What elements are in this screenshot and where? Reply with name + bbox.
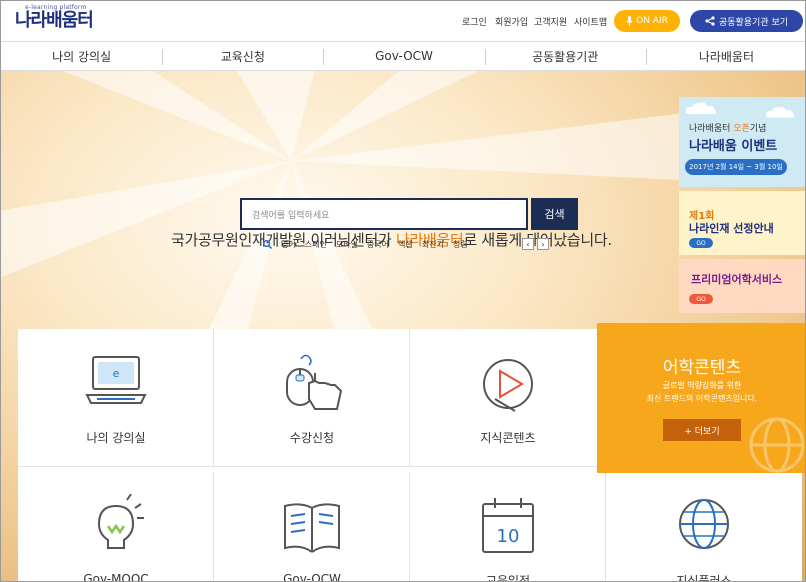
nav-course-application[interactable]: 교육신청 (162, 42, 323, 70)
chevron-right-icon[interactable]: › (537, 238, 549, 250)
promo-title: 어학콘텐츠 (662, 358, 742, 378)
search-input[interactable]: 검색어를 입력하세요 (240, 198, 528, 230)
talent-banner-title: 나라인재 선정안내 (689, 222, 774, 235)
quick-link-label: Gov-MOOC (83, 572, 149, 582)
mouse-click-icon (286, 354, 343, 410)
keyword-link[interactable]: 청렴 (453, 239, 468, 250)
top-bar: e-learning platform 나라배움터 로그인 회원가입 고객지원 … (1, 1, 805, 41)
sitemap-link[interactable]: 사이트맵 (574, 15, 607, 28)
event-banner-highlight: 오픈 (733, 124, 750, 134)
quick-link-label: 지식플러스 (676, 574, 732, 582)
quick-link-label: 지식콘텐츠 (480, 431, 536, 445)
quick-link-label: 나의 강의실 (86, 431, 146, 445)
main-nav: 나의 강의실 교육신청 Gov-OCW 공동활용기관 나라배움터 (1, 41, 805, 71)
nav-gov-ocw[interactable]: Gov-OCW (323, 42, 484, 70)
microphone-icon (626, 16, 633, 26)
quick-link-education-schedule[interactable]: 10 교육일정 (410, 472, 606, 582)
event-banner-title: 나라배움 이벤트 (689, 139, 778, 154)
event-banner-date: 2017년 2월 14일 ~ 3월 10일 (685, 159, 787, 175)
language-service-banner[interactable]: 프리미엄어학서비스 GO (679, 259, 805, 313)
language-service-go[interactable]: GO (689, 294, 713, 304)
svg-text:e: e (113, 367, 120, 380)
partner-institutions-button[interactable]: 공동활용기관 보기 (690, 10, 803, 32)
event-banner[interactable]: 나라배움터 오픈기념 나라배움 이벤트 2017년 2월 14일 ~ 3월 10… (679, 97, 805, 187)
play-icon (483, 359, 533, 412)
quick-link-my-classroom[interactable]: e 나의 강의실 (18, 329, 214, 467)
language-content-promo: 어학콘텐츠 글로벌 역량강화를 위한 최신 트렌드의 어학콘텐츠입니다. + 더… (597, 323, 805, 473)
quick-link-label: 수강신청 (289, 431, 335, 445)
more-button[interactable]: + 더보기 (663, 419, 741, 441)
quick-link-knowledge-content[interactable]: 지식콘텐츠 (410, 329, 606, 467)
login-link[interactable]: 로그인 (462, 15, 487, 28)
cloud-icon (765, 106, 795, 118)
promo-desc-line2: 최신 트렌드의 어학콘텐츠입니다. (646, 394, 758, 403)
lightbulb-icon (97, 494, 144, 549)
globe-decoration-icon (749, 417, 805, 473)
language-service-title: 프리미엄어학서비스 (691, 273, 783, 286)
logo-text: 나라배움터 (15, 10, 94, 31)
onair-label: ON AIR (636, 16, 668, 26)
event-banner-text-end: 기념 (749, 124, 767, 134)
keyword-pager: ‹ › (522, 238, 549, 250)
open-book-icon (284, 503, 340, 553)
partner-institutions-label: 공동활용기관 보기 (718, 17, 789, 28)
calendar-icon: 10 (482, 498, 534, 553)
cloud-icon (685, 102, 717, 114)
event-banner-line1: 나라배움터 오픈기념 (689, 121, 766, 134)
quick-link-label: Gov-OCW (283, 572, 341, 582)
keyword-link[interactable]: 영어 (281, 239, 296, 250)
calendar-day: 10 (497, 526, 520, 547)
keyword-link[interactable]: 최진기 (422, 239, 444, 250)
page: e-learning platform 나라배움터 로그인 회원가입 고객지원 … (0, 0, 806, 582)
keyword-link[interactable]: 모바일 (336, 239, 358, 250)
search-icon (263, 240, 272, 249)
keyword-link[interactable]: 엑셀 (398, 239, 413, 250)
talent-banner-go[interactable]: GO (689, 238, 713, 248)
quick-link-gov-ocw[interactable]: Gov-OCW (214, 472, 410, 582)
event-banner-text: 나라배움터 (689, 124, 734, 134)
quick-link-knowledge-plus[interactable]: 지식플러스 (606, 472, 802, 582)
support-link[interactable]: 고객지원 (534, 15, 567, 28)
keyword-link[interactable]: 스페인 (305, 239, 327, 250)
promo-desc-line1: 글로벌 역량강화를 위한 (662, 381, 742, 390)
talent-banner[interactable]: 제1회 나라인재 선정안내 GO (679, 191, 805, 255)
quick-link-gov-mooc[interactable]: Gov-MOOC (18, 472, 214, 582)
promo-description: 글로벌 역량강화를 위한 최신 트렌드의 어학콘텐츠입니다. (597, 379, 805, 405)
laptop-icon: e (85, 356, 147, 404)
share-icon (705, 16, 715, 26)
onair-button[interactable]: ON AIR (614, 10, 680, 32)
search-button[interactable]: 검색 (531, 198, 578, 230)
nav-partner-institutions[interactable]: 공동활용기관 (484, 42, 646, 70)
globe-icon (679, 499, 729, 549)
quick-link-label: 교육일정 (485, 574, 531, 582)
nav-narabaeumteo[interactable]: 나라배움터 (645, 42, 805, 70)
chevron-left-icon[interactable]: ‹ (522, 238, 534, 250)
keyword-link[interactable]: 중국어 (367, 239, 389, 250)
popular-keywords: 영어 스페인 모바일 중국어 엑셀 최진기 청렴 (263, 239, 468, 250)
quick-link-course-registration[interactable]: 수강신청 (214, 329, 410, 467)
site-logo[interactable]: e-learning platform 나라배움터 (15, 4, 94, 31)
signup-link[interactable]: 회원가입 (495, 15, 528, 28)
nav-my-classroom[interactable]: 나의 강의실 (1, 42, 162, 70)
